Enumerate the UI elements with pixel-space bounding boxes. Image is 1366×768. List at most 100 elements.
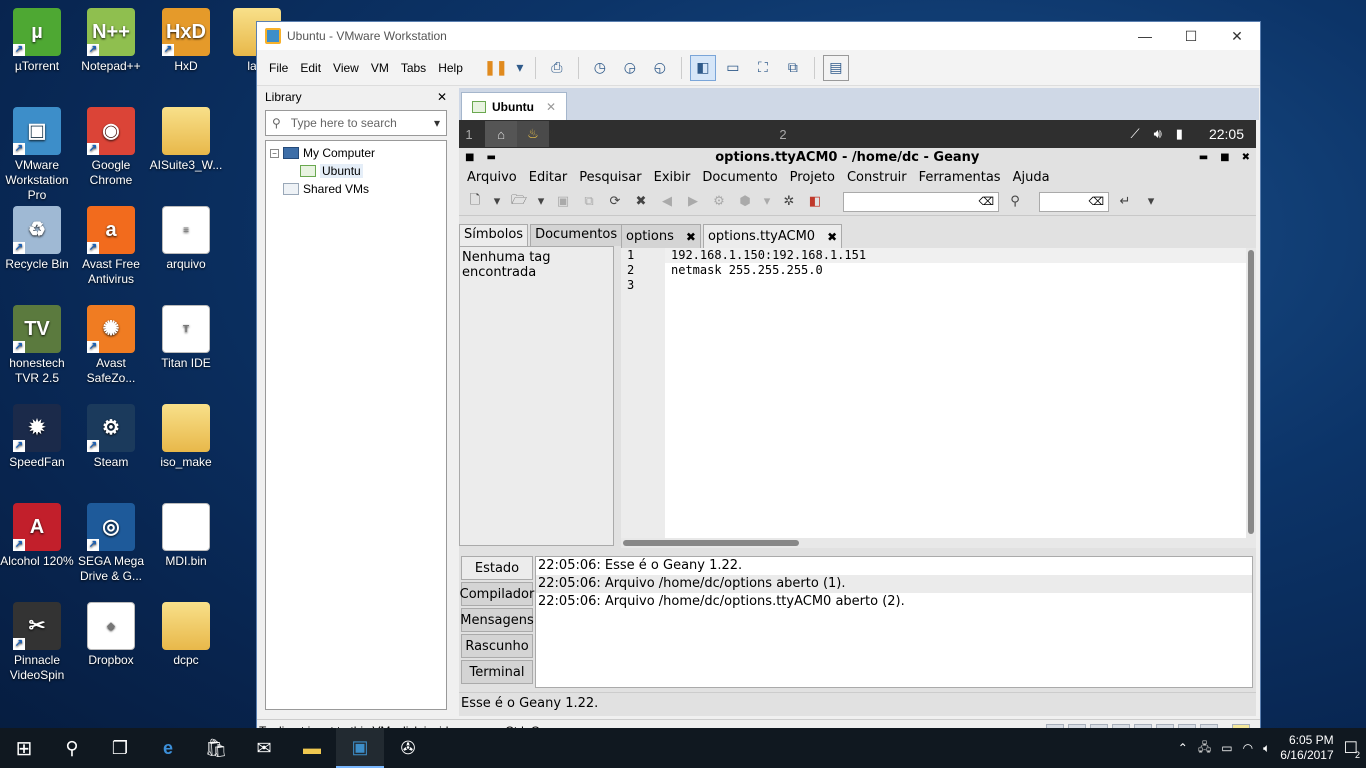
menu-edit[interactable]: Edit — [294, 61, 327, 75]
menu-file[interactable]: File — [263, 61, 294, 75]
desktop-icon[interactable]: ▣VMware Workstation Pro — [0, 107, 74, 203]
close-file-icon[interactable]: ✖ — [631, 194, 651, 209]
desktop-icon[interactable]: µ µTorrent — [0, 8, 74, 74]
goto-line-field[interactable]: ⌫ — [1039, 191, 1109, 212]
goto-line-icon[interactable]: ↵ — [1115, 194, 1135, 209]
menu-pesquisar[interactable]: Pesquisar — [579, 170, 649, 185]
tab-rascunho[interactable]: Rascunho — [461, 634, 533, 658]
forward-icon[interactable]: ▶ — [683, 194, 703, 209]
search-icon[interactable]: ⚲ — [48, 728, 96, 768]
desktop-icon[interactable]: ◎ SEGA Mega Drive & G... — [74, 503, 148, 584]
doc-tab-close-icon[interactable]: ✖ — [827, 230, 837, 244]
code-area[interactable]: 1 2 3 192.168.1.150:192.168.1.151 netmas… — [621, 248, 1256, 538]
home-folder-icon[interactable]: ⌂ — [485, 121, 517, 147]
close-window-button[interactable]: ✕ — [1214, 28, 1260, 45]
menu-documento[interactable]: Documento — [702, 170, 785, 185]
build-icon[interactable]: ⬢ — [735, 194, 755, 209]
menu-help[interactable]: Help — [432, 61, 469, 75]
desktop-icon[interactable]: ◉ Google Chrome — [74, 107, 148, 188]
menu-construir[interactable]: Construir — [847, 170, 915, 185]
show-library-icon[interactable]: ◧ — [689, 54, 716, 81]
menu-tabs[interactable]: Tabs — [395, 61, 432, 75]
geany-maximize-button[interactable]: ■ — [1220, 152, 1229, 163]
menu-vm[interactable]: VM — [365, 61, 395, 75]
desktop-icon[interactable]: ⚙ Steam — [74, 404, 148, 470]
save-all-icon[interactable]: ⧉ — [579, 194, 599, 209]
tab-compilador[interactable]: Compilador — [460, 582, 534, 606]
desktop-icon[interactable]: ≡ arquivo — [149, 206, 223, 272]
collapse-icon[interactable]: − — [270, 148, 279, 158]
maximize-button[interactable]: ☐ — [1168, 28, 1214, 45]
desktop-icon[interactable]: HxD HxD — [149, 8, 223, 74]
geany-minimize-button[interactable]: ▬ — [1199, 152, 1208, 163]
find-icon[interactable]: ⚲ — [1005, 194, 1025, 209]
horizontal-scrollbar[interactable] — [621, 538, 1256, 548]
snapshot-take-icon[interactable]: ◷ — [587, 55, 613, 81]
open-dropdown-icon[interactable]: ▾ — [535, 194, 547, 209]
clear-search-icon[interactable]: ⌫ — [978, 195, 994, 208]
speaker-icon[interactable]: 🔈︎ — [1263, 741, 1270, 756]
menu-projeto[interactable]: Projeto — [790, 170, 843, 185]
tab-ubuntu[interactable]: Ubuntu ✕ — [461, 92, 568, 120]
tab-simbolos[interactable]: Símbolos — [459, 224, 529, 246]
menu-ferramentas[interactable]: Ferramentas — [919, 170, 1009, 185]
taskbar-clock[interactable]: 6:05 PM 6/16/2017 — [1280, 733, 1333, 763]
desktop-icon[interactable]: iso_make — [149, 404, 223, 470]
save-icon[interactable]: ▣ — [553, 194, 573, 209]
vertical-scrollbar[interactable] — [1246, 248, 1256, 538]
tree-item-ubuntu[interactable]: Ubuntu — [270, 162, 442, 180]
scroll-thumb[interactable] — [623, 540, 799, 546]
geany-icon[interactable]: ♨ — [517, 121, 549, 147]
geany-close-button[interactable]: ✖ — [1242, 152, 1250, 163]
edge-icon[interactable]: e — [144, 728, 192, 768]
desktop-icon[interactable]: ✺ Avast SafeZo... — [74, 305, 148, 386]
desktop-icon[interactable]: ✂ Pinnacle VideoSpin — [0, 602, 74, 683]
ubuntu-clock[interactable]: 22:05 — [1209, 126, 1244, 142]
network-status-icon[interactable]: 🖧︎ — [1198, 738, 1211, 759]
mail-icon[interactable]: ✉ — [240, 728, 288, 768]
snapshot-manager-icon[interactable]: ◵ — [647, 55, 673, 81]
tab-close-icon[interactable]: ✕ — [546, 100, 556, 114]
doc-tab-close-icon[interactable]: ✖ — [686, 230, 696, 244]
battery-icon[interactable]: ▮ — [1176, 126, 1183, 142]
pause-icon[interactable]: ❚❚ — [483, 55, 509, 81]
tab-mensagens[interactable]: Mensagens — [460, 608, 534, 632]
window-menu-icon[interactable]: ■ — [465, 152, 474, 163]
start-button[interactable]: ⊞ — [0, 728, 48, 768]
thumbnail-bar-icon[interactable]: ▭ — [720, 55, 746, 81]
console-view-icon[interactable]: ▤ — [822, 54, 849, 81]
full-screen-icon[interactable]: ⛶ — [750, 55, 776, 81]
vmware-taskbar-icon[interactable]: ▣ — [336, 728, 384, 768]
geany-titlebar[interactable]: ■ ▬ options.ttyACM0 - /home/dc - Geany ▬ … — [459, 148, 1256, 166]
battery-tray-icon[interactable]: ▭ — [1221, 741, 1232, 755]
store-icon[interactable]: 🛍︎ — [192, 728, 240, 768]
tab-estado[interactable]: Estado — [461, 556, 533, 580]
network-icon[interactable]: ⟋ — [1130, 126, 1139, 142]
menu-arquivo[interactable]: Arquivo — [467, 170, 525, 185]
desktop-icon[interactable]: TV honestech TVR 2.5 — [0, 305, 74, 386]
desktop-icon[interactable]: a Avast Free Antivirus — [74, 206, 148, 287]
reload-icon[interactable]: ⟳ — [605, 194, 625, 209]
desktop-icon[interactable]: MDI.bin — [149, 503, 223, 569]
scroll-thumb[interactable] — [1248, 250, 1254, 534]
desktop-icon[interactable]: dcpc — [149, 602, 223, 668]
snapshot-revert-icon[interactable]: ◶ — [617, 55, 643, 81]
wifi-icon[interactable]: ◠ — [1243, 741, 1253, 755]
doc-tab-options[interactable]: options ✖ — [621, 224, 701, 248]
new-dropdown-icon[interactable]: ▾ — [491, 194, 503, 209]
clear-goto-icon[interactable]: ⌫ — [1088, 195, 1104, 208]
task-view-icon[interactable]: ❐ — [96, 728, 144, 768]
send-ctrl-alt-del-icon[interactable]: ⎙ — [544, 55, 570, 81]
tab-documentos[interactable]: Documentos — [530, 224, 623, 246]
new-file-icon[interactable]: 🗋︎ — [465, 191, 485, 213]
workspace-1[interactable]: 1 — [459, 127, 479, 142]
menu-view[interactable]: View — [327, 61, 365, 75]
desktop-icon[interactable]: AISuite3_W... — [149, 107, 223, 173]
vmware-titlebar[interactable]: Ubuntu - VMware Workstation — ☐ ✕ — [257, 22, 1260, 50]
misc-app-icon[interactable]: ✇ — [384, 728, 432, 768]
minimize-button[interactable]: — — [1122, 28, 1168, 45]
shade-icon[interactable]: ▬ — [486, 152, 495, 163]
search-dropdown-icon[interactable]: ▾ — [434, 116, 440, 130]
desktop-icon[interactable]: A Alcohol 120% — [0, 503, 74, 569]
workspace-2[interactable]: 2 — [773, 127, 793, 142]
